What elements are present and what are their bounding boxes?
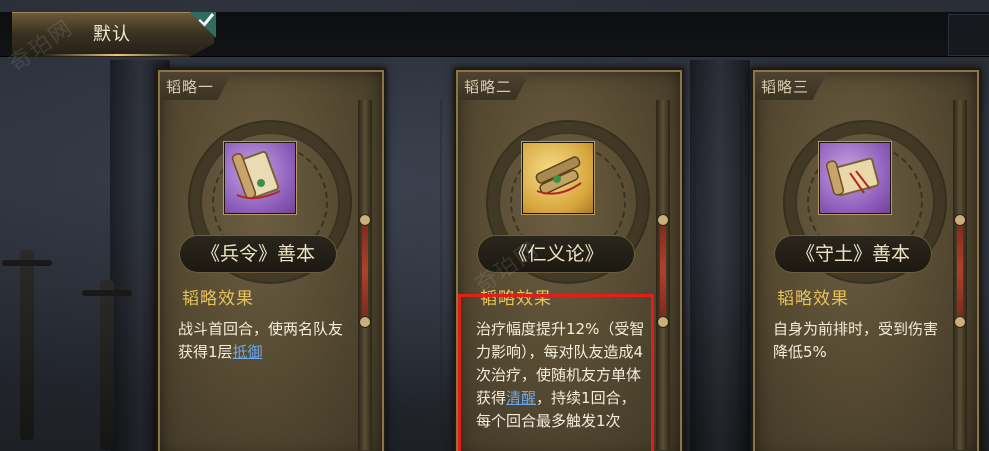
tab-underline (42, 54, 192, 56)
background-candlestand (82, 280, 132, 450)
card-side-rail (953, 100, 967, 450)
card-title: 韬略三 (761, 78, 810, 96)
strategy-card-1[interactable]: 韬略一 《兵令》善本 韬略效果 战斗首回合，使两名队友获得1层抵御 (156, 68, 386, 451)
rail-red-bar (957, 220, 963, 320)
card-side-rail (656, 100, 670, 450)
scroll-icon (231, 150, 281, 200)
game-screen: 默认 韬略一 《兵令》善本 韬略效果 战斗首回合，使两名队友获得1层抵御 韬略二… (0, 0, 989, 451)
rail-red-bar (362, 220, 368, 320)
rail-knob (954, 316, 966, 328)
effect-title: 韬略效果 (182, 289, 254, 309)
scroll-item-icon[interactable] (224, 142, 296, 214)
book-name-plate: 《兵令》善本 (180, 236, 336, 272)
scroll-item-icon[interactable] (819, 142, 891, 214)
background-candlestand (2, 250, 52, 440)
rail-knob (359, 214, 371, 226)
card-title: 韬略一 (166, 78, 215, 96)
scroll-icon (535, 156, 582, 195)
effect-description: 自身为前排时，受到伤害降低5% (773, 318, 943, 364)
rail-knob (657, 214, 669, 226)
scroll-icon (825, 157, 880, 197)
rail-knob (359, 316, 371, 328)
effect-text: 自身为前排时，受到伤害降低5% (773, 320, 939, 361)
card-title: 韬略二 (464, 78, 513, 96)
book-name-plate: 《守土》善本 (775, 236, 931, 272)
top-right-slot[interactable] (948, 14, 989, 56)
status-link-resist[interactable]: 抵御 (233, 343, 263, 361)
background-pillar (690, 60, 750, 451)
rail-knob (657, 316, 669, 328)
rail-red-bar (660, 220, 666, 320)
book-name: 《兵令》善本 (200, 243, 315, 265)
rail-knob (954, 214, 966, 226)
card-side-rail (358, 100, 372, 450)
strategy-card-3[interactable]: 韬略三 《守土》善本 韬略效果 自身为前排时，受到伤害降低5% (751, 68, 981, 451)
effect-title: 韬略效果 (777, 289, 849, 309)
effect-description: 战斗首回合，使两名队友获得1层抵御 (178, 318, 348, 364)
scroll-item-icon[interactable] (522, 142, 594, 214)
highlight-annotation-box (458, 294, 654, 451)
book-name: 《守土》善本 (795, 243, 910, 265)
